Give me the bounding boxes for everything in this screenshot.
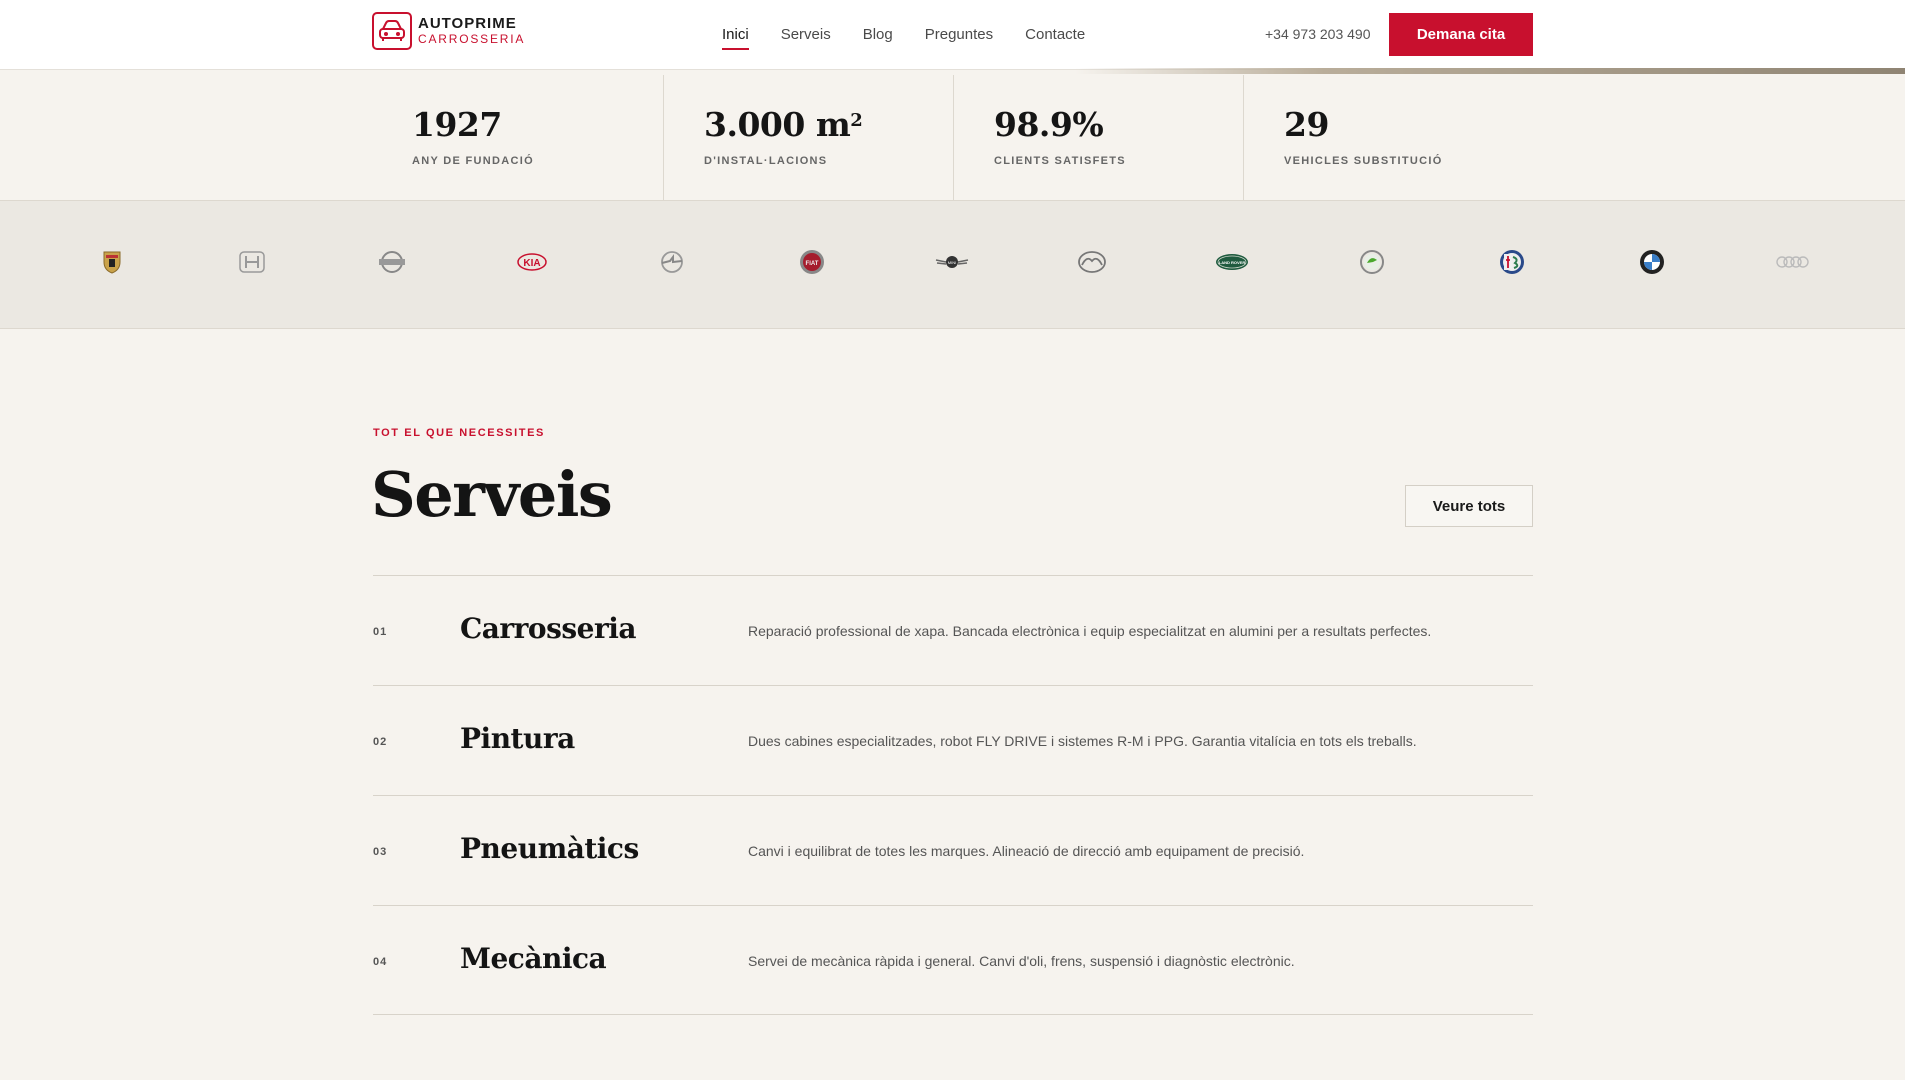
logo-title: AUTOPRIME bbox=[418, 14, 517, 32]
stat-value: 1927 bbox=[412, 105, 502, 144]
kia-logo-icon: KIA bbox=[515, 247, 549, 277]
alfa-romeo-logo-icon bbox=[1495, 247, 1529, 277]
nav-serveis[interactable]: Serveis bbox=[781, 26, 831, 47]
stat-facilities: 3.000 m2 D'INSTAL·LACIONS bbox=[663, 75, 953, 201]
mini-logo-icon: MINI bbox=[935, 247, 969, 277]
service-number: 02 bbox=[373, 736, 388, 748]
book-appointment-button[interactable]: Demana cita bbox=[1389, 13, 1533, 56]
fiat-logo-icon: FIAT bbox=[795, 247, 829, 277]
service-description: Reparació professional de xapa. Bancada … bbox=[748, 623, 1432, 639]
section-eyebrow: TOT EL QUE NECESSITES bbox=[373, 427, 545, 439]
porsche-logo-icon bbox=[95, 247, 129, 277]
logo-subtitle: CARROSSERIA bbox=[418, 31, 526, 46]
svg-text:FIAT: FIAT bbox=[806, 261, 819, 267]
service-name: Carrosseria bbox=[460, 612, 636, 645]
land-rover-logo-icon: LAND ROVER bbox=[1215, 247, 1249, 277]
service-number: 04 bbox=[373, 956, 388, 968]
service-row-pneumatics[interactable]: 03 Pneumàtics Canvi i equilibrat de tote… bbox=[373, 795, 1533, 905]
phone-link[interactable]: +34 973 203 490 bbox=[1265, 26, 1371, 42]
see-all-button[interactable]: Veure tots bbox=[1405, 485, 1533, 527]
service-name: Pintura bbox=[460, 722, 575, 755]
service-description: Canvi i equilibrat de totes les marques.… bbox=[748, 843, 1305, 859]
logo[interactable]: AUTOPRIME CARROSSERIA bbox=[372, 12, 525, 50]
stat-label: ANY DE FUNDACIÓ bbox=[412, 155, 534, 167]
svg-text:KIA: KIA bbox=[523, 258, 540, 269]
logo-text: AUTOPRIME CARROSSERIA bbox=[418, 14, 526, 47]
hero-image-strip bbox=[1075, 68, 1905, 74]
service-name: Pneumàtics bbox=[460, 832, 639, 865]
mazda-logo-icon bbox=[1075, 247, 1109, 277]
brand-logos-strip: KIA FIAT MINI LAND ROVER bbox=[0, 201, 1905, 329]
stat-replacement-vehicles: 29 VEHICLES SUBSTITUCIÓ bbox=[1243, 75, 1533, 201]
skoda-logo-icon bbox=[1355, 247, 1389, 277]
site-header: AUTOPRIME CARROSSERIA Inici Serveis Blog… bbox=[0, 0, 1905, 74]
car-front-icon bbox=[372, 12, 412, 50]
nav-contacte[interactable]: Contacte bbox=[1025, 26, 1085, 47]
stat-value: 3.000 m2 bbox=[704, 105, 863, 144]
services-list: 01 Carrosseria Reparació professional de… bbox=[373, 575, 1533, 1015]
nav-inici[interactable]: Inici bbox=[722, 26, 749, 50]
service-row-pintura[interactable]: 02 Pintura Dues cabines especialitzades,… bbox=[373, 685, 1533, 795]
svg-text:MINI: MINI bbox=[948, 260, 956, 265]
svg-text:LAND ROVER: LAND ROVER bbox=[1219, 260, 1246, 265]
service-row-carrosseria[interactable]: 01 Carrosseria Reparació professional de… bbox=[373, 575, 1533, 685]
stat-founded: 1927 ANY DE FUNDACIÓ bbox=[372, 75, 663, 201]
bmw-logo-icon bbox=[1635, 247, 1669, 277]
opel-logo-icon bbox=[655, 247, 689, 277]
honda-logo-icon bbox=[235, 247, 269, 277]
stat-label: CLIENTS SATISFETS bbox=[994, 155, 1126, 167]
service-description: Servei de mecànica ràpida i general. Can… bbox=[748, 953, 1295, 969]
nissan-logo-icon bbox=[375, 247, 409, 277]
stat-label: D'INSTAL·LACIONS bbox=[704, 155, 828, 167]
stat-satisfaction: 98.9% CLIENTS SATISFETS bbox=[953, 75, 1243, 201]
section-title: Serveis bbox=[371, 458, 613, 531]
stat-value: 29 bbox=[1284, 105, 1329, 144]
service-row-mecanica[interactable]: 04 Mecànica Servei de mecànica ràpida i … bbox=[373, 905, 1533, 1015]
nav-blog[interactable]: Blog bbox=[863, 26, 893, 47]
service-name: Mecànica bbox=[460, 942, 607, 975]
service-description: Dues cabines especialitzades, robot FLY … bbox=[748, 733, 1417, 749]
stats-bar: 1927 ANY DE FUNDACIÓ 3.000 m2 D'INSTAL·L… bbox=[0, 75, 1905, 201]
stat-label: VEHICLES SUBSTITUCIÓ bbox=[1284, 155, 1443, 167]
service-number: 03 bbox=[373, 846, 388, 858]
stat-value: 98.9% bbox=[994, 105, 1104, 144]
service-number: 01 bbox=[373, 626, 388, 638]
main-nav: Inici Serveis Blog Preguntes Contacte bbox=[722, 26, 1117, 50]
nav-preguntes[interactable]: Preguntes bbox=[925, 26, 993, 47]
audi-logo-icon bbox=[1775, 247, 1809, 277]
